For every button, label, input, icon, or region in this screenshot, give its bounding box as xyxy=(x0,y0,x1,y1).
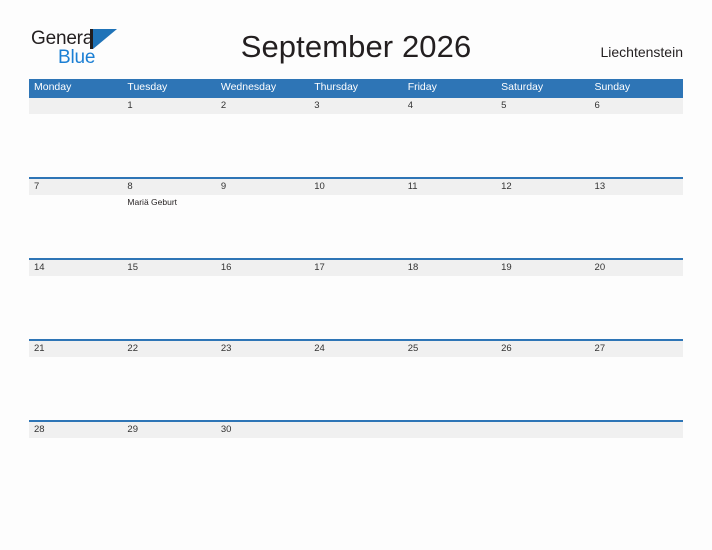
day-cell[interactable] xyxy=(122,114,215,177)
day-cell[interactable] xyxy=(496,114,589,177)
day-cell[interactable] xyxy=(122,276,215,339)
day-cell[interactable] xyxy=(29,438,122,501)
day-number[interactable]: 23 xyxy=(216,341,309,357)
day-number[interactable]: 2 xyxy=(216,98,309,114)
day-number[interactable]: 15 xyxy=(122,260,215,276)
day-cell[interactable] xyxy=(309,276,402,339)
day-cell[interactable] xyxy=(29,276,122,339)
week-row: 1 2 3 4 5 6 xyxy=(29,96,683,177)
day-number[interactable] xyxy=(309,422,402,438)
day-cell[interactable] xyxy=(122,438,215,501)
weekday-header-row: Monday Tuesday Wednesday Thursday Friday… xyxy=(29,79,683,96)
day-number[interactable] xyxy=(403,422,496,438)
day-cell[interactable] xyxy=(29,114,122,177)
weekday-header-monday: Monday xyxy=(34,81,72,93)
page-header: General Blue September 2026 Liechtenstei… xyxy=(0,0,712,76)
day-number[interactable] xyxy=(496,422,589,438)
week-event-band: Mariä Geburt xyxy=(29,195,683,258)
day-number[interactable]: 16 xyxy=(216,260,309,276)
week-event-band xyxy=(29,357,683,420)
day-number[interactable]: 21 xyxy=(29,341,122,357)
day-cell[interactable] xyxy=(403,195,496,258)
day-cell[interactable] xyxy=(216,195,309,258)
day-cell[interactable] xyxy=(309,114,402,177)
week-row: 7 8 9 10 11 12 13 Mariä Geburt xyxy=(29,177,683,258)
day-number[interactable]: 8 xyxy=(122,179,215,195)
day-cell[interactable] xyxy=(216,357,309,420)
day-number[interactable]: 19 xyxy=(496,260,589,276)
day-cell[interactable] xyxy=(403,438,496,501)
day-number[interactable]: 10 xyxy=(309,179,402,195)
day-number[interactable]: 17 xyxy=(309,260,402,276)
day-number[interactable] xyxy=(29,98,122,114)
day-cell[interactable] xyxy=(590,276,683,339)
day-number[interactable]: 20 xyxy=(590,260,683,276)
week-event-band xyxy=(29,114,683,177)
week-daynumber-band: 28 29 30 xyxy=(29,420,683,438)
region-label: Liechtenstein xyxy=(600,44,683,60)
weekday-header-sunday: Sunday xyxy=(594,81,631,93)
weekday-header-tuesday: Tuesday xyxy=(127,81,168,93)
week-event-band xyxy=(29,276,683,339)
day-cell[interactable] xyxy=(496,438,589,501)
week-daynumber-band: 7 8 9 10 11 12 13 xyxy=(29,177,683,195)
calendar-grid: Monday Tuesday Wednesday Thursday Friday… xyxy=(29,79,683,501)
day-number[interactable]: 14 xyxy=(29,260,122,276)
week-daynumber-band: 1 2 3 4 5 6 xyxy=(29,96,683,114)
day-cell[interactable] xyxy=(309,357,402,420)
day-number[interactable]: 9 xyxy=(216,179,309,195)
day-cell[interactable] xyxy=(29,195,122,258)
day-cell[interactable] xyxy=(590,195,683,258)
day-cell[interactable] xyxy=(496,357,589,420)
week-daynumber-band: 21 22 23 24 25 26 27 xyxy=(29,339,683,357)
week-event-band xyxy=(29,438,683,501)
day-number[interactable]: 3 xyxy=(309,98,402,114)
day-cell[interactable] xyxy=(216,276,309,339)
day-number[interactable] xyxy=(590,422,683,438)
day-number[interactable]: 24 xyxy=(309,341,402,357)
day-number[interactable]: 25 xyxy=(403,341,496,357)
day-cell[interactable] xyxy=(590,114,683,177)
week-row: 28 29 30 xyxy=(29,420,683,501)
week-row: 14 15 16 17 18 19 20 xyxy=(29,258,683,339)
day-number[interactable]: 4 xyxy=(403,98,496,114)
day-cell[interactable] xyxy=(403,114,496,177)
day-number[interactable]: 1 xyxy=(122,98,215,114)
day-cell[interactable] xyxy=(403,276,496,339)
day-cell[interactable] xyxy=(590,357,683,420)
week-row: 21 22 23 24 25 26 27 xyxy=(29,339,683,420)
day-event-text: Mariä Geburt xyxy=(127,197,178,207)
day-cell[interactable] xyxy=(496,195,589,258)
day-number[interactable]: 5 xyxy=(496,98,589,114)
day-number[interactable]: 29 xyxy=(122,422,215,438)
day-cell[interactable] xyxy=(496,276,589,339)
weekday-header-saturday: Saturday xyxy=(501,81,544,93)
day-number[interactable]: 11 xyxy=(403,179,496,195)
day-number[interactable]: 27 xyxy=(590,341,683,357)
weekday-header-wednesday: Wednesday xyxy=(220,81,277,93)
day-cell[interactable] xyxy=(309,195,402,258)
weekday-header-friday: Friday xyxy=(407,81,437,93)
day-cell[interactable]: Mariä Geburt xyxy=(122,195,215,258)
day-number[interactable]: 12 xyxy=(496,179,589,195)
day-cell[interactable] xyxy=(403,357,496,420)
week-daynumber-band: 14 15 16 17 18 19 20 xyxy=(29,258,683,276)
day-cell[interactable] xyxy=(29,357,122,420)
day-number[interactable]: 28 xyxy=(29,422,122,438)
day-number[interactable]: 6 xyxy=(590,98,683,114)
day-number[interactable]: 22 xyxy=(122,341,215,357)
day-number[interactable]: 7 xyxy=(29,179,122,195)
day-cell[interactable] xyxy=(309,438,402,501)
weekday-header-thursday: Thursday xyxy=(314,81,359,93)
day-number[interactable]: 18 xyxy=(403,260,496,276)
day-number[interactable]: 30 xyxy=(216,422,309,438)
day-number[interactable]: 13 xyxy=(590,179,683,195)
day-number[interactable]: 26 xyxy=(496,341,589,357)
day-cell[interactable] xyxy=(590,438,683,501)
day-cell[interactable] xyxy=(216,438,309,501)
day-cell[interactable] xyxy=(122,357,215,420)
day-cell[interactable] xyxy=(216,114,309,177)
